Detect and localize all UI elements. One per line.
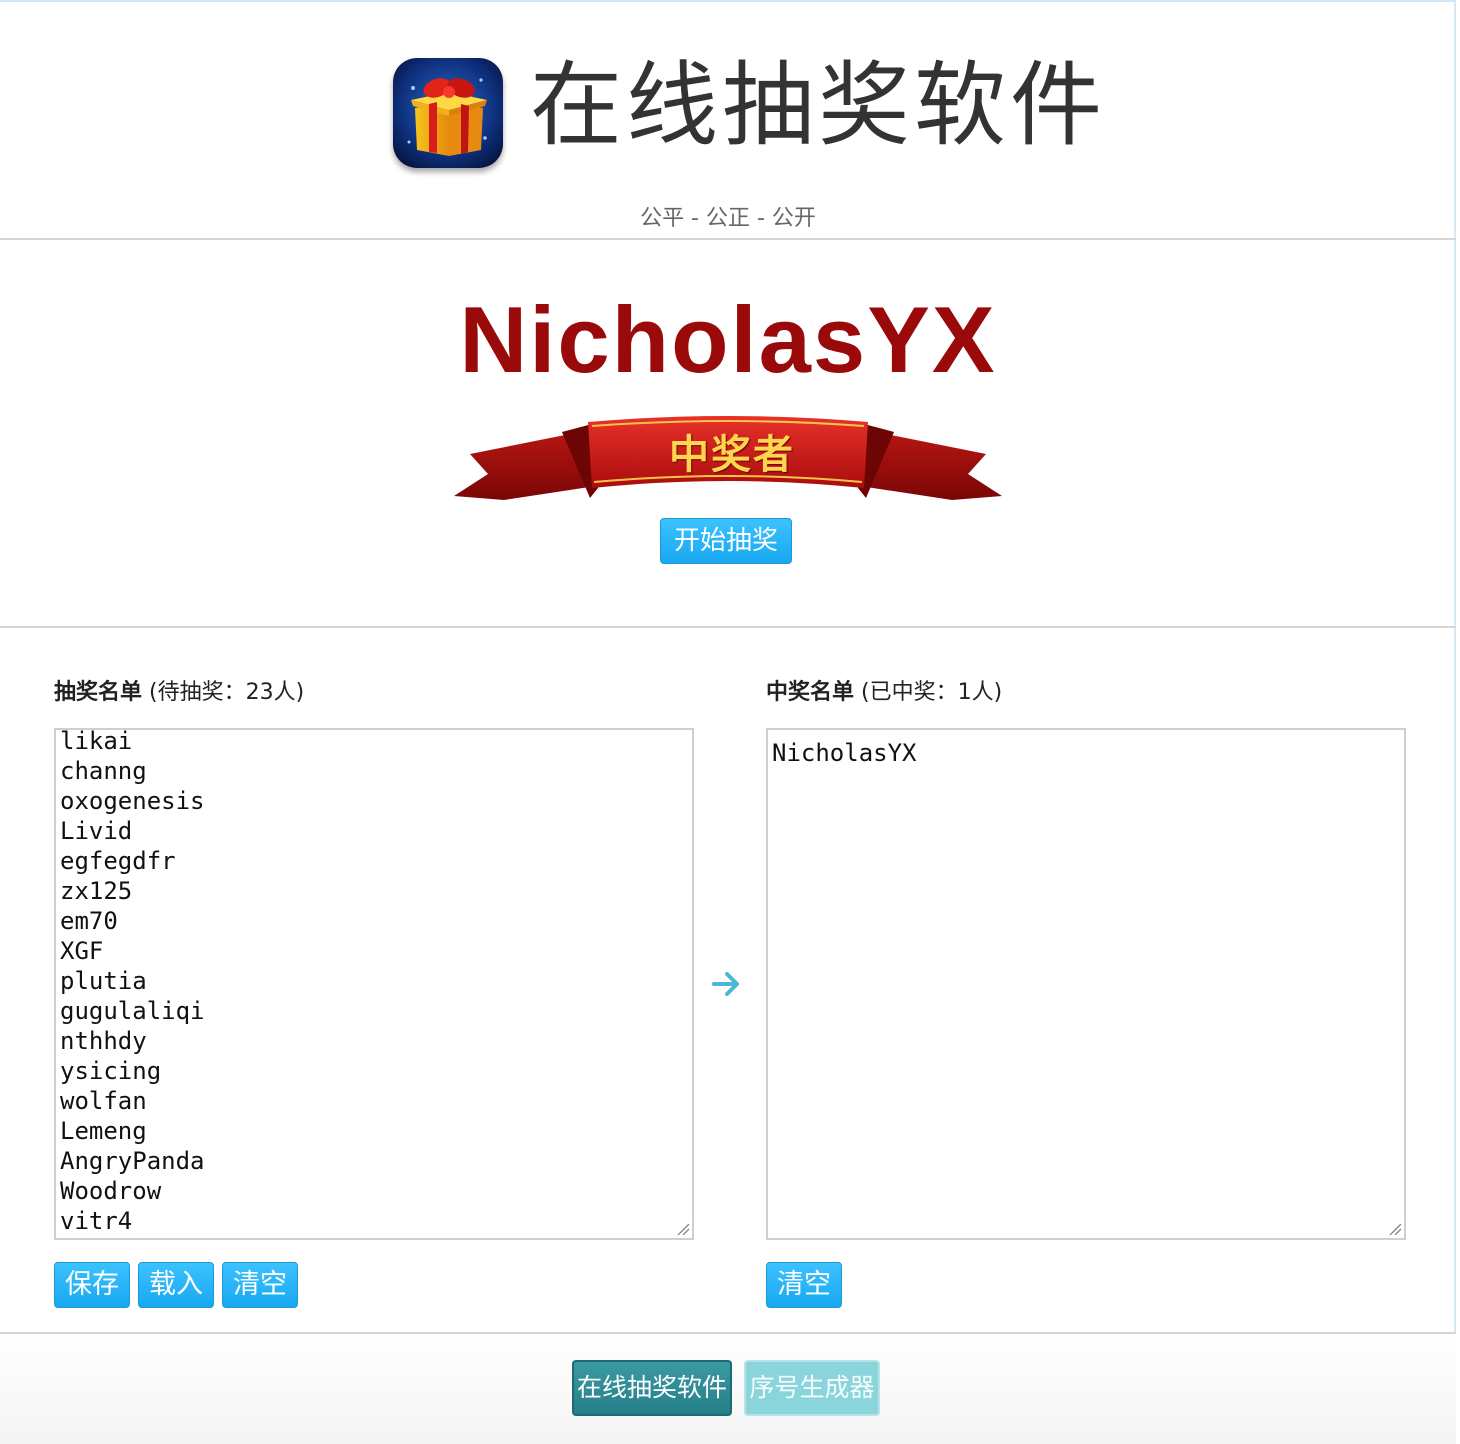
candidates-lines: likai channg oxogenesis Livid egfegdfr zx125 e…: [56, 728, 692, 1236]
list-item: Woodrow: [60, 1177, 162, 1205]
list-item: XGF: [60, 937, 104, 965]
current-winner-name: NicholasYX: [459, 287, 997, 392]
list-item: Lemeng: [60, 1117, 147, 1145]
list-item: vitr4: [60, 1207, 133, 1235]
footer-nav: 在线抽奖软件 序号生成器: [0, 1332, 1456, 1444]
app-title: 在线抽奖软件: [530, 52, 1107, 159]
winners-label-count: (已中奖：1人): [861, 680, 1003, 705]
clear-candidates-button[interactable]: 清空: [222, 1262, 298, 1308]
load-button[interactable]: 载入: [138, 1262, 214, 1308]
winner-section: NicholasYX 中奖者 开始抽奖: [0, 240, 1456, 628]
list-item: wolfan: [60, 1087, 147, 1115]
gift-box-icon: [393, 58, 503, 168]
app-subtitle: 公平 - 公正 - 公开: [640, 206, 816, 231]
resize-grip-icon[interactable]: [676, 1222, 690, 1236]
list-item: gugulaliqi: [60, 997, 205, 1025]
arrow-right-icon: [712, 972, 739, 996]
resize-grip-icon[interactable]: [1388, 1222, 1402, 1236]
header: 在线抽奖软件 公平 - 公正 - 公开: [0, 0, 1456, 240]
winners-label: 中奖名单 (已中奖：1人): [766, 674, 1002, 706]
save-button[interactable]: 保存: [54, 1262, 130, 1308]
candidates-label-count: (待抽奖：23人): [149, 680, 305, 705]
list-item: em70: [60, 907, 118, 935]
list-item: plutia: [60, 967, 147, 995]
winners-label-title: 中奖名单: [766, 680, 855, 705]
tab-lottery-software[interactable]: 在线抽奖软件: [572, 1360, 732, 1416]
candidates-label: 抽奖名单 (待抽奖：23人): [54, 674, 304, 706]
candidates-label-title: 抽奖名单: [54, 680, 143, 705]
list-item: nthhdy: [60, 1027, 147, 1055]
list-item: channg: [60, 757, 147, 785]
list-item: AngryPanda: [60, 1147, 205, 1175]
start-draw-button[interactable]: 开始抽奖: [660, 518, 792, 564]
list-item: Livid: [60, 817, 133, 845]
clear-winners-button[interactable]: 清空: [766, 1262, 842, 1308]
list-item: oxogenesis: [60, 787, 205, 815]
candidates-textarea[interactable]: likai channg oxogenesis Livid egfegdfr zx125 e…: [54, 728, 694, 1240]
list-item: ysicing: [60, 1057, 162, 1085]
winners-lines: NicholasYX: [768, 738, 1404, 768]
list-item: zx125: [60, 877, 133, 905]
winner-ribbon-label: 中奖者: [669, 431, 795, 478]
winners-textarea[interactable]: NicholasYX: [766, 728, 1406, 1240]
tab-sequence-generator[interactable]: 序号生成器: [744, 1360, 880, 1416]
list-item: NicholasYX: [772, 739, 917, 767]
list-item: likai: [60, 728, 133, 755]
list-item: egfegdfr: [60, 847, 176, 875]
